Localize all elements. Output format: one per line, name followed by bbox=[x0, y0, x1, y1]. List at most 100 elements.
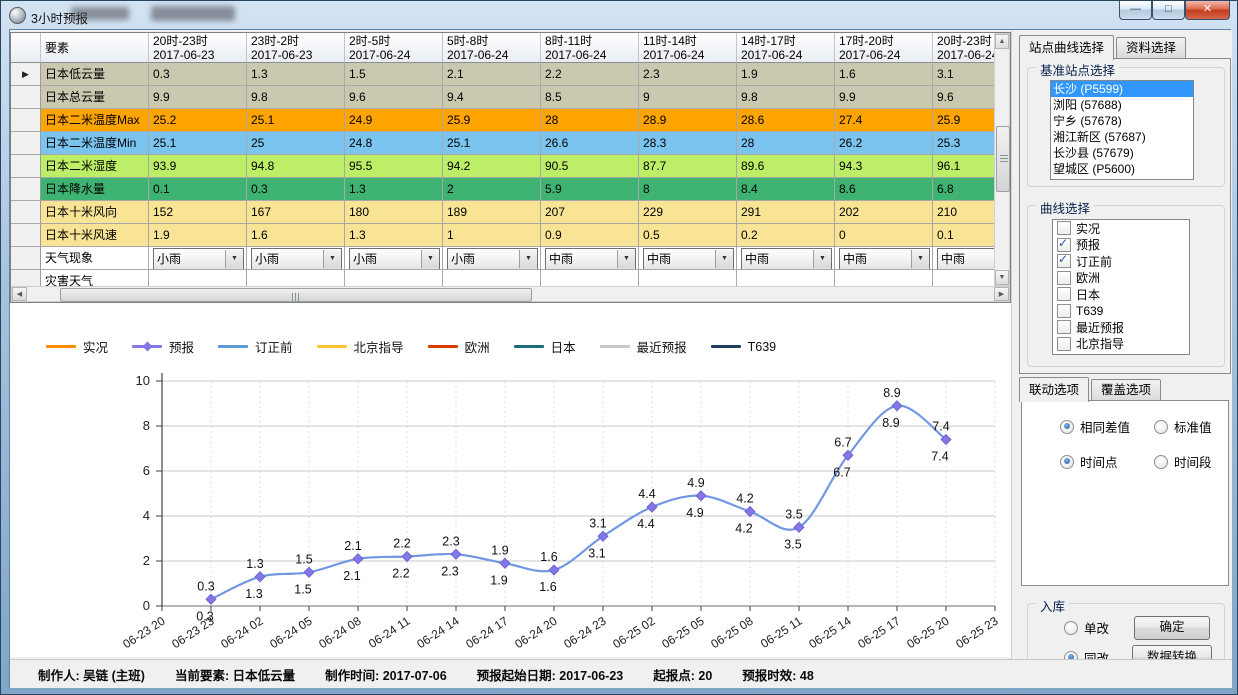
weather-combo-cell[interactable]: 小雨▼ bbox=[149, 247, 247, 270]
tab-data-select[interactable]: 资料选择 bbox=[1116, 37, 1186, 60]
combobox-dropdown-icon[interactable]: ▼ bbox=[617, 250, 635, 268]
weather-combobox[interactable]: 小雨▼ bbox=[251, 248, 342, 270]
checkbox-icon[interactable] bbox=[1057, 287, 1071, 301]
curve-checkbox-item[interactable]: 预报 bbox=[1053, 237, 1189, 254]
confirm-button[interactable]: 确定 bbox=[1134, 616, 1210, 640]
grid-cell[interactable]: 96.1 bbox=[933, 155, 994, 178]
curve-checkbox-item[interactable]: 最近预报 bbox=[1053, 319, 1189, 336]
weather-combobox[interactable]: 小雨▼ bbox=[349, 248, 440, 270]
tab-station-curve-select[interactable]: 站点曲线选择 bbox=[1019, 35, 1114, 60]
grid-cell[interactable]: 167 bbox=[247, 201, 345, 224]
grid-vertical-scrollbar[interactable]: ▲ ▼ bbox=[994, 33, 1010, 286]
grid-cell[interactable]: 180 bbox=[345, 201, 443, 224]
grid-cell[interactable] bbox=[345, 270, 443, 286]
grid-cell[interactable]: 9 bbox=[639, 86, 737, 109]
grid-cell[interactable]: 94.2 bbox=[443, 155, 541, 178]
grid-cell[interactable]: 0.1 bbox=[149, 178, 247, 201]
grid-cell[interactable]: 9.8 bbox=[737, 86, 835, 109]
row-selector-cell[interactable] bbox=[11, 109, 41, 132]
grid-cell[interactable]: 1.6 bbox=[247, 224, 345, 247]
curve-checkbox-item[interactable]: 欧洲 bbox=[1053, 270, 1189, 287]
grid-cell[interactable] bbox=[149, 270, 247, 286]
row-selector-cell[interactable] bbox=[11, 178, 41, 201]
grid-cell[interactable]: 189 bbox=[443, 201, 541, 224]
checkbox-icon[interactable] bbox=[1057, 320, 1071, 334]
scroll-down-button[interactable]: ▼ bbox=[995, 270, 1009, 285]
grid-cell[interactable]: 94.3 bbox=[835, 155, 933, 178]
grid-cell[interactable]: 1.9 bbox=[149, 224, 247, 247]
grid-cell[interactable]: 25.3 bbox=[933, 132, 994, 155]
horizontal-scroll-thumb[interactable] bbox=[60, 288, 532, 302]
link-option-radio[interactable]: 时间点 bbox=[1060, 452, 1118, 471]
station-listbox[interactable]: 长沙 (P5599)浏阳 (57688)宁乡 (57678)湘江新区 (5768… bbox=[1050, 80, 1194, 180]
combobox-dropdown-icon[interactable]: ▼ bbox=[225, 250, 243, 268]
row-selector-cell[interactable] bbox=[11, 270, 41, 286]
tab-overlay-options[interactable]: 覆盖选项 bbox=[1091, 379, 1161, 402]
grid-cell[interactable] bbox=[933, 270, 994, 286]
grid-cell[interactable]: 90.5 bbox=[541, 155, 639, 178]
grid-cell[interactable]: 24.8 bbox=[345, 132, 443, 155]
weather-combo-cell[interactable]: 中雨▼ bbox=[835, 247, 933, 270]
grid-cell[interactable]: 1.5 bbox=[345, 63, 443, 86]
row-selector-cell[interactable] bbox=[11, 155, 41, 178]
weather-combo-cell[interactable]: 中雨▼ bbox=[541, 247, 639, 270]
link-option-radio[interactable]: 相同差值 bbox=[1060, 417, 1130, 436]
station-list-item[interactable]: 浏阳 (57688) bbox=[1051, 97, 1193, 113]
combobox-dropdown-icon[interactable]: ▼ bbox=[519, 250, 537, 268]
grid-cell[interactable]: 95.5 bbox=[345, 155, 443, 178]
radio-icon[interactable] bbox=[1064, 621, 1078, 635]
grid-cell[interactable]: 25.1 bbox=[443, 132, 541, 155]
row-selector-cell[interactable] bbox=[11, 132, 41, 155]
station-list-item[interactable]: 湘江新区 (57687) bbox=[1051, 129, 1193, 145]
grid-cell[interactable] bbox=[541, 270, 639, 286]
grid-cell[interactable]: 5.9 bbox=[541, 178, 639, 201]
link-option-radio[interactable]: 标准值 bbox=[1154, 417, 1212, 436]
radio-icon[interactable] bbox=[1154, 420, 1168, 434]
scroll-right-button[interactable]: ▶ bbox=[994, 287, 1009, 301]
curve-checkbox-item[interactable]: 北京指导 bbox=[1053, 336, 1189, 353]
row-selector-cell[interactable] bbox=[11, 224, 41, 247]
row-selector-cell[interactable] bbox=[11, 247, 41, 270]
grid-cell[interactable]: 28 bbox=[541, 109, 639, 132]
grid-cell[interactable]: 25.1 bbox=[247, 109, 345, 132]
grid-horizontal-scrollbar[interactable]: ◀ ▶ bbox=[11, 286, 1010, 302]
weather-combobox[interactable]: 小雨▼ bbox=[447, 248, 538, 270]
grid-cell[interactable]: 3.1 bbox=[933, 63, 994, 86]
station-list-item[interactable]: 长沙 (P5599) bbox=[1051, 81, 1193, 97]
row-selector-cell[interactable]: ▶ bbox=[11, 63, 41, 86]
scroll-left-button[interactable]: ◀ bbox=[12, 287, 27, 301]
grid-cell[interactable]: 6.8 bbox=[933, 178, 994, 201]
weather-combobox[interactable]: 中雨▼ bbox=[937, 248, 994, 270]
grid-cell[interactable]: 94.8 bbox=[247, 155, 345, 178]
grid-cell[interactable]: 0.1 bbox=[933, 224, 994, 247]
grid-cell[interactable]: 1.3 bbox=[345, 224, 443, 247]
grid-cell[interactable]: 0.9 bbox=[541, 224, 639, 247]
grid-cell[interactable]: 0.3 bbox=[149, 63, 247, 86]
radio-icon[interactable] bbox=[1060, 455, 1074, 469]
grid-cell[interactable]: 28 bbox=[737, 132, 835, 155]
grid-cell[interactable]: 87.7 bbox=[639, 155, 737, 178]
weather-combobox[interactable]: 中雨▼ bbox=[643, 248, 734, 270]
grid-cell[interactable] bbox=[247, 270, 345, 286]
grid-cell[interactable]: 8.5 bbox=[541, 86, 639, 109]
grid-cell[interactable]: 202 bbox=[835, 201, 933, 224]
weather-combobox[interactable]: 中雨▼ bbox=[741, 248, 832, 270]
grid-cell[interactable]: 207 bbox=[541, 201, 639, 224]
grid-cell[interactable]: 9.6 bbox=[933, 86, 994, 109]
curve-checkbox-item[interactable]: 订正前 bbox=[1053, 253, 1189, 270]
grid-cell[interactable] bbox=[443, 270, 541, 286]
grid-cell[interactable]: 28.9 bbox=[639, 109, 737, 132]
grid-cell[interactable]: 1 bbox=[443, 224, 541, 247]
weather-combo-cell[interactable]: 小雨▼ bbox=[345, 247, 443, 270]
checkbox-icon[interactable] bbox=[1057, 221, 1071, 235]
grid-cell[interactable]: 89.6 bbox=[737, 155, 835, 178]
grid-cell[interactable]: 0.5 bbox=[639, 224, 737, 247]
grid-cell[interactable]: 2.1 bbox=[443, 63, 541, 86]
station-list-item[interactable]: 望城区 (P5600) bbox=[1051, 161, 1193, 177]
store-mode-radio[interactable]: 单改 bbox=[1064, 618, 1109, 637]
combobox-dropdown-icon[interactable]: ▼ bbox=[813, 250, 831, 268]
grid-cell[interactable]: 2.2 bbox=[541, 63, 639, 86]
grid-cell[interactable]: 27.4 bbox=[835, 109, 933, 132]
weather-combo-cell[interactable]: 中雨▼ bbox=[933, 247, 994, 270]
row-selector-cell[interactable] bbox=[11, 201, 41, 224]
